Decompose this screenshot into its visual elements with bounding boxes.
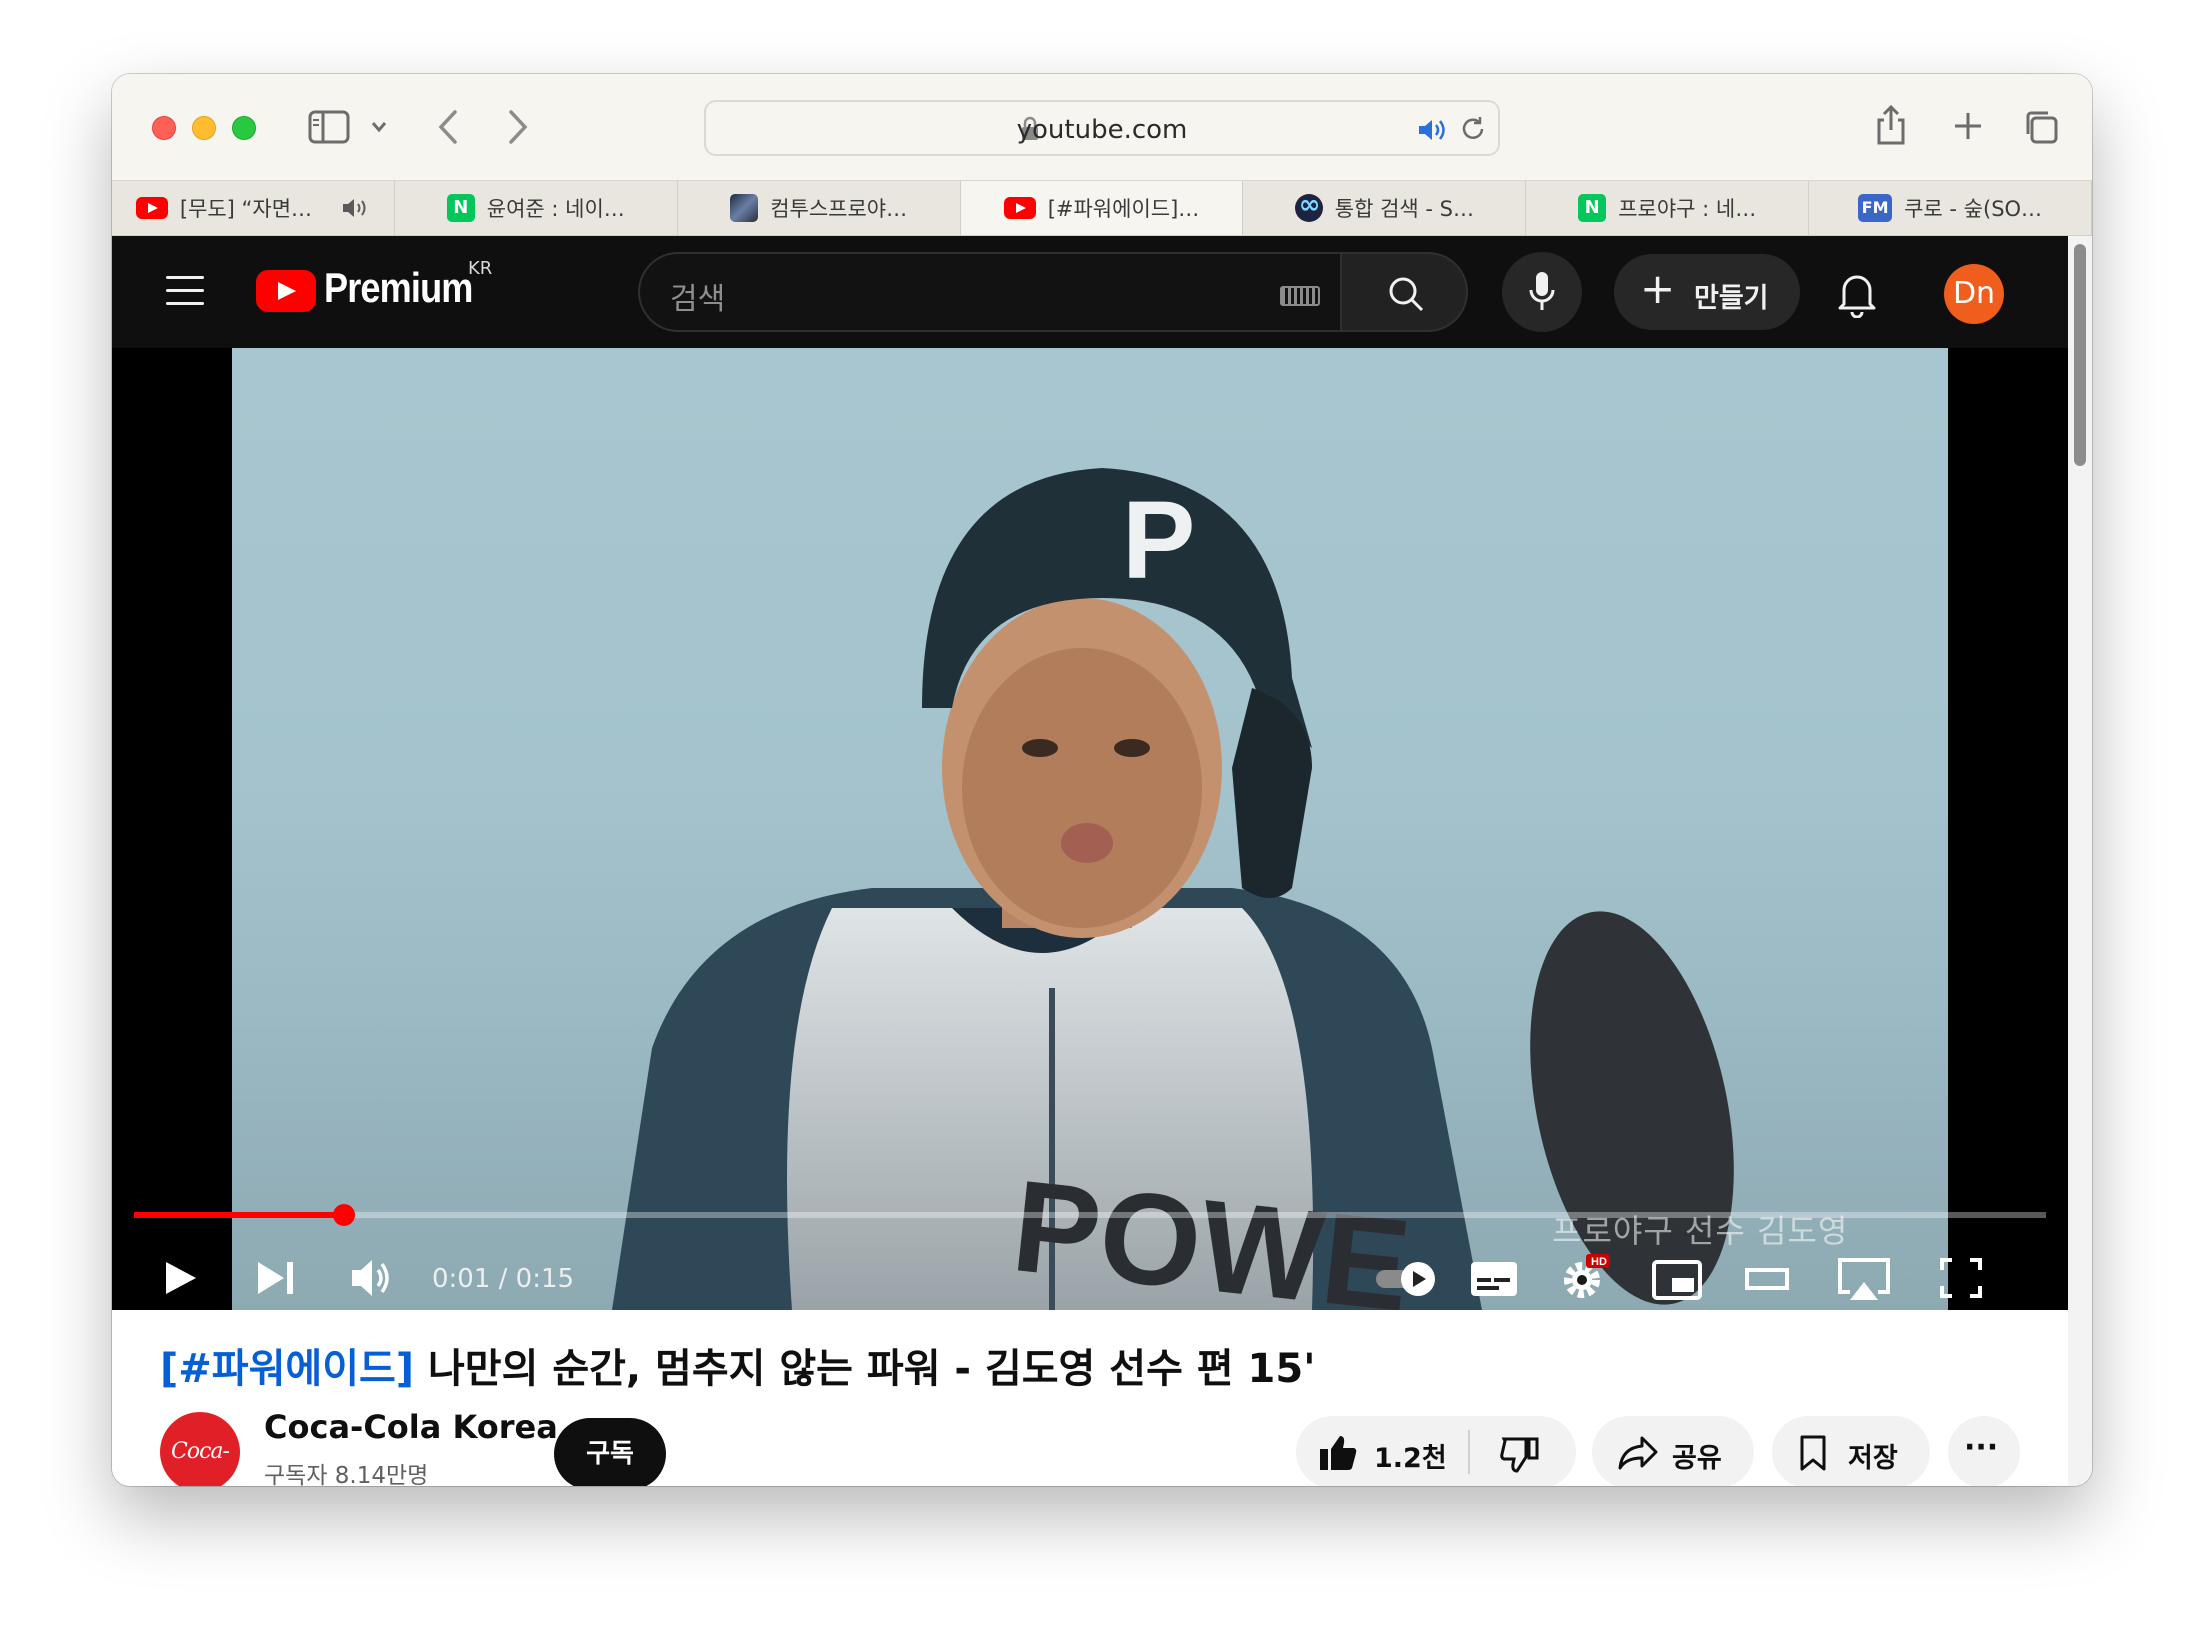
- tab-title: 쿠로 - 숲(SO…: [1904, 197, 2043, 221]
- video-title-text: 나만의 순간, 멈추지 않는 파워 - 김도영 선수 편 15': [414, 1346, 1316, 1392]
- youtube-icon: [1003, 197, 1036, 219]
- url-text: youtube.com: [1016, 115, 1188, 145]
- voice-search-button[interactable]: [1502, 252, 1582, 332]
- youtube-brand[interactable]: Premium: [324, 264, 473, 312]
- thumbs-down-icon: [1500, 1437, 1539, 1473]
- tab-item[interactable]: [무도] “자면…: [112, 181, 395, 235]
- game-icon: [730, 194, 759, 222]
- tab-title: [#파워에이드]…: [1047, 197, 1200, 221]
- new-tab-icon[interactable]: [1952, 110, 1984, 142]
- tab-item[interactable]: 컴투스프로야…: [678, 181, 961, 235]
- tab-title: 통합 검색 - S…: [1334, 197, 1474, 221]
- share-button[interactable]: 공유: [1592, 1416, 1754, 1486]
- tab-item-active[interactable]: [#파워에이드]…: [960, 181, 1244, 235]
- scrollbar-thumb[interactable]: [2074, 244, 2086, 466]
- settings-gear-icon[interactable]: HD: [1556, 1248, 1612, 1308]
- tab-title: 컴투스프로야…: [770, 197, 908, 221]
- youtube-masthead: Premium KR 검색 + 만들기 Dn: [112, 236, 2068, 348]
- like-count: 1.2천: [1374, 1443, 1447, 1474]
- share-arrow-icon: [1618, 1436, 1658, 1470]
- menu-icon[interactable]: [166, 276, 204, 306]
- tab-overview-icon[interactable]: [2022, 108, 2060, 146]
- next-icon[interactable]: [254, 1248, 298, 1308]
- zoom-window-button[interactable]: [232, 116, 256, 140]
- svg-text:P: P: [1122, 479, 1195, 602]
- miniplayer-icon[interactable]: [1650, 1248, 1704, 1308]
- tab-item[interactable]: N 윤여준 : 네이…: [395, 181, 678, 235]
- video-frame[interactable]: POWE P 프로야구 선수 김도영: [232, 348, 1948, 1310]
- subscribe-button[interactable]: 구독: [554, 1418, 666, 1486]
- video-still-baseball-player: POWE P: [612, 468, 1734, 1310]
- subtitles-icon[interactable]: [1468, 1248, 1520, 1308]
- subscriber-count: 구독자 8.14만명: [264, 1463, 429, 1486]
- naver-icon: N: [446, 194, 475, 222]
- youtube-page: Premium KR 검색 + 만들기 Dn POWE P 프로야구 선수 김도…: [112, 236, 2068, 1486]
- speaker-playing-icon[interactable]: [1416, 116, 1450, 144]
- time-display: 0:01 / 0:15: [432, 1264, 575, 1294]
- search-button[interactable]: [1340, 252, 1468, 332]
- close-window-button[interactable]: [152, 116, 176, 140]
- share-label: 공유: [1672, 1443, 1722, 1474]
- save-button[interactable]: 저장: [1772, 1416, 1930, 1486]
- plus-icon: +: [1640, 264, 1676, 313]
- tab-audio-icon[interactable]: [340, 196, 370, 220]
- thumbs-up-icon: [1320, 1436, 1357, 1470]
- search-icon: [1389, 277, 1424, 312]
- play-icon[interactable]: [160, 1248, 200, 1308]
- forward-icon[interactable]: [506, 108, 530, 146]
- back-icon[interactable]: [436, 108, 460, 146]
- create-label: 만들기: [1694, 283, 1769, 314]
- hd-badge: HD: [1591, 1256, 1607, 1268]
- microphone-icon: [1529, 272, 1555, 310]
- more-actions-button[interactable]: ···: [1948, 1416, 2020, 1486]
- progress-bar[interactable]: [134, 1204, 2046, 1226]
- hashtag-link[interactable]: [#파워에이드]: [160, 1346, 414, 1392]
- search-input[interactable]: 검색: [638, 252, 1340, 332]
- youtube-logo-icon[interactable]: [256, 270, 316, 312]
- browser-window: youtube.com [무도] “자면… N 윤여준: 네이… 컴투스프로야…: [112, 74, 2092, 1486]
- share-icon[interactable]: [1874, 104, 1908, 146]
- bookmark-icon: [1800, 1435, 1826, 1471]
- sidebar-toggle-icon[interactable]: [308, 110, 350, 144]
- minimize-window-button[interactable]: [192, 116, 216, 140]
- airplay-icon[interactable]: [1834, 1248, 1894, 1308]
- progress-played: [134, 1212, 345, 1218]
- address-bar[interactable]: youtube.com: [704, 100, 1500, 156]
- keyboard-icon[interactable]: [1280, 286, 1320, 306]
- tab-item[interactable]: 통합 검색 - S…: [1243, 181, 1527, 235]
- video-player[interactable]: POWE P 프로야구 선수 김도영 0:01 / 0:15 HD: [112, 348, 2068, 1310]
- reload-icon[interactable]: [1458, 114, 1488, 144]
- avatar[interactable]: Dn: [1944, 264, 2004, 324]
- tab-item[interactable]: FM 쿠로 - 숲(SO…: [1809, 181, 2092, 235]
- save-label: 저장: [1848, 1443, 1898, 1474]
- like-dislike-group: 1.2천: [1296, 1416, 1576, 1486]
- naver-icon: N: [1578, 194, 1607, 222]
- notifications-bell-icon[interactable]: [1832, 266, 1882, 318]
- fm-icon: FM: [1858, 194, 1893, 222]
- tab-title: [무도] “자면…: [179, 197, 313, 221]
- search-placeholder: 검색: [670, 282, 726, 317]
- dislike-button[interactable]: [1470, 1416, 1576, 1486]
- channel-avatar[interactable]: Coca-Cola: [160, 1412, 240, 1486]
- create-button[interactable]: + 만들기: [1614, 254, 1800, 330]
- theater-mode-icon[interactable]: [1742, 1248, 1792, 1308]
- channel-name[interactable]: Coca-Cola Korea: [264, 1408, 558, 1446]
- more-icon: ···: [1964, 1430, 1999, 1465]
- youtube-icon: [135, 197, 168, 219]
- autoplay-toggle-icon[interactable]: [1372, 1248, 1444, 1308]
- loop-icon: [1294, 190, 1323, 222]
- browser-toolbar: youtube.com: [112, 74, 2092, 180]
- tab-title: 윤여준 : 네이…: [486, 197, 625, 221]
- like-button[interactable]: 1.2천: [1296, 1416, 1468, 1486]
- volume-icon[interactable]: [348, 1248, 396, 1308]
- tab-title: 프로야구 : 네…: [1618, 197, 1757, 221]
- video-title: [#파워에이드] 나만의 순간, 멈추지 않는 파워 - 김도영 선수 편 15…: [160, 1336, 1315, 1394]
- page-scrollbar[interactable]: [2068, 236, 2092, 1486]
- region-code: KR: [468, 258, 493, 279]
- tab-bar: [무도] “자면… N 윤여준 : 네이… 컴투스프로야… [#파워에이드]… …: [112, 180, 2092, 236]
- chevron-down-icon[interactable]: [370, 120, 388, 134]
- fullscreen-icon[interactable]: [1936, 1248, 1986, 1308]
- tab-item[interactable]: N 프로야구 : 네…: [1526, 181, 1810, 235]
